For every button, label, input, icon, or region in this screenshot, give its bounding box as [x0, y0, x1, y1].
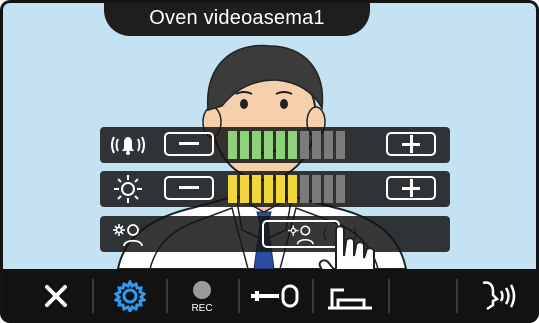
volume-level-meter: [228, 131, 345, 159]
level-segment: [324, 131, 333, 159]
level-segment: [336, 175, 345, 203]
volume-row: [100, 127, 450, 163]
door-key-icon: [251, 284, 299, 308]
brightness-down-button[interactable]: [164, 176, 214, 200]
toolbar-separator: [92, 279, 94, 313]
toolbar-separator: [456, 279, 458, 313]
plus-icon: [402, 179, 420, 197]
level-segment: [324, 175, 333, 203]
minus-icon: [179, 186, 199, 189]
light-button[interactable]: [318, 269, 382, 323]
bottom-toolbar: REC: [0, 269, 539, 323]
brightness-level-meter: [228, 175, 345, 203]
level-segment: [288, 131, 297, 159]
volume-down-button[interactable]: [164, 132, 214, 156]
level-segment: [264, 131, 273, 159]
settings-button[interactable]: [100, 269, 160, 323]
level-segment: [276, 175, 285, 203]
record-icon: [193, 281, 211, 299]
minus-icon: [179, 142, 199, 145]
bell-volume-icon: [100, 127, 156, 163]
toolbar-separator: [312, 279, 314, 313]
empty-toolbar-slot: [394, 269, 450, 323]
brightness-row: [100, 171, 450, 207]
screen: Oven videoasema1 REC: [0, 0, 539, 323]
talk-icon: [482, 281, 516, 311]
brightness-sun-icon: [100, 171, 156, 207]
close-icon: [45, 285, 67, 307]
level-segment: [240, 131, 249, 159]
backlight-compensation-icon: [288, 225, 314, 245]
toolbar-separator: [388, 279, 390, 313]
level-segment: [300, 131, 309, 159]
close-button[interactable]: [26, 269, 86, 323]
door-release-button[interactable]: [244, 269, 306, 323]
station-title: Oven videoasema1: [104, 0, 370, 36]
record-button[interactable]: REC: [172, 269, 232, 323]
plus-icon: [402, 135, 420, 153]
level-segment: [312, 175, 321, 203]
talk-button[interactable]: [462, 269, 532, 323]
toolbar-separator: [166, 279, 168, 313]
level-segment: [336, 131, 345, 159]
level-segment: [300, 175, 309, 203]
level-segment: [240, 175, 249, 203]
record-label: REC: [191, 303, 213, 314]
intercom-device: Oven videoasema1 REC: [0, 0, 539, 323]
level-segment: [288, 175, 297, 203]
brightness-up-button[interactable]: [386, 176, 436, 200]
level-segment: [276, 131, 285, 159]
level-segment: [252, 131, 261, 159]
level-segment: [312, 131, 321, 159]
backlight-row: [100, 216, 450, 252]
level-segment: [228, 175, 237, 203]
level-segment: [264, 175, 273, 203]
volume-up-button[interactable]: [386, 132, 436, 156]
backlight-person-icon: [100, 216, 156, 252]
level-segment: [228, 131, 237, 159]
gear-icon: [114, 280, 146, 312]
toolbar-separator: [238, 279, 240, 313]
light-icon: [328, 288, 372, 310]
level-segment: [252, 175, 261, 203]
